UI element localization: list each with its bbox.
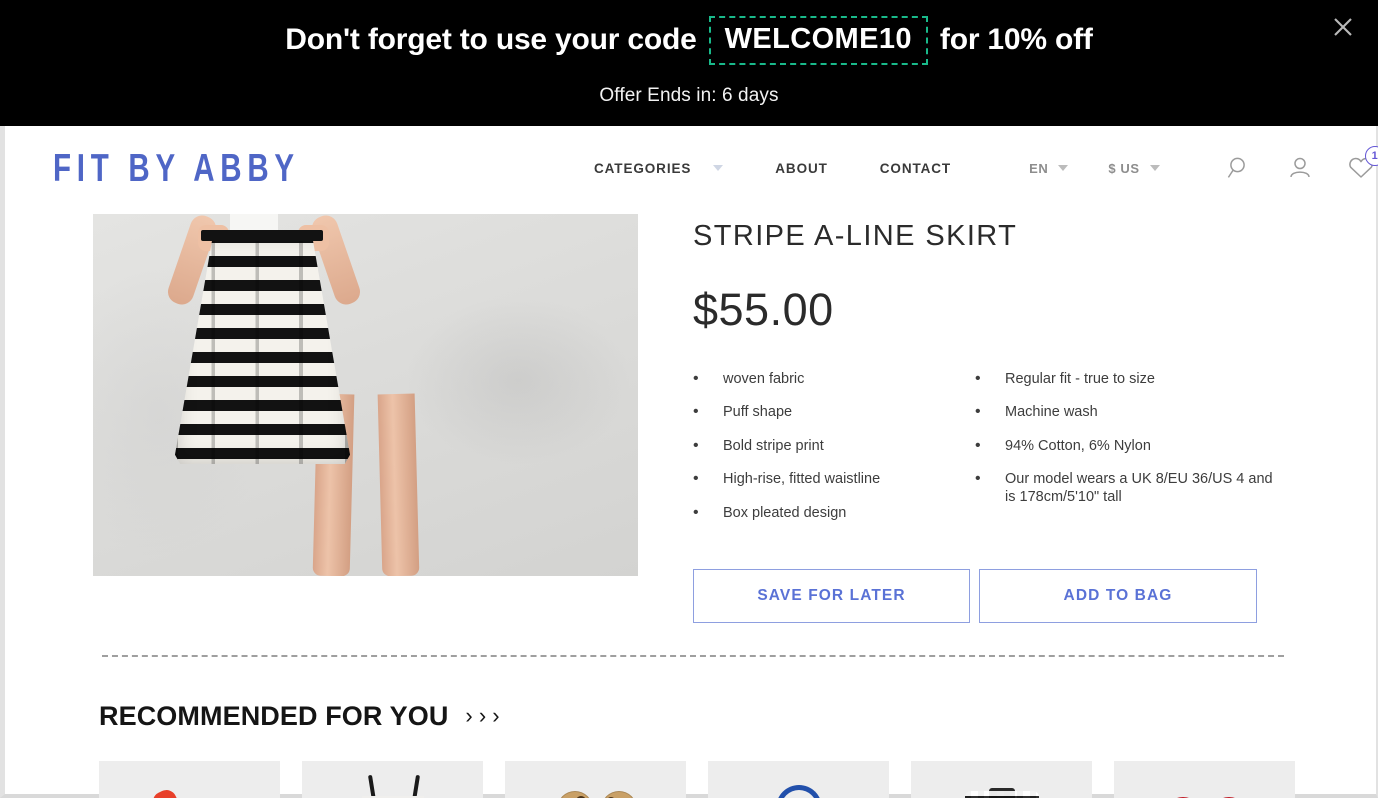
product-actions: SAVE FOR LATER ADD TO BAG (693, 568, 1376, 623)
recommended-item-shoes[interactable] (505, 760, 686, 798)
recommended-item-scarf[interactable] (99, 760, 280, 798)
promo-offer-ends: Offer Ends in: 6 days (599, 84, 779, 106)
bullet-dot-icon: • (975, 370, 981, 387)
save-for-later-button[interactable]: SAVE FOR LATER (693, 568, 970, 623)
recommended-item-plaid-shirt[interactable] (911, 760, 1092, 798)
product-thumbnail-leopard-shoes (505, 761, 686, 798)
bullet-dot-icon: • (975, 470, 981, 488)
feature-item: • High-rise, fitted waistline (693, 470, 975, 488)
recommended-carousel (5, 760, 1376, 798)
nav-item-categories[interactable]: CATEGORIES (594, 160, 724, 176)
bullet-dot-icon: • (693, 503, 699, 521)
product-thumbnail-scarf (99, 761, 280, 798)
product-thumbnail-dress (302, 761, 483, 798)
bullet-dot-icon: • (975, 436, 981, 454)
product-price: $55.00 (693, 284, 834, 335)
feature-item: • woven fabric (693, 370, 975, 388)
search-icon[interactable] (1222, 151, 1256, 185)
section-divider (102, 654, 1284, 657)
promo-text-after: for 10% off (939, 23, 1093, 56)
feature-label: woven fabric (723, 371, 805, 387)
product-features-right: • Regular fit - true to size • Machine w… (975, 370, 1275, 537)
wishlist-heart-icon[interactable]: 1 (1344, 146, 1378, 185)
header-utilities: EN $ US (1029, 161, 1160, 176)
product-title: STRIPE A-LINE SKIRT (693, 220, 1018, 252)
bullet-dot-icon: • (693, 470, 699, 488)
carousel-next-arrows-icon[interactable]: › › › (465, 705, 499, 727)
currency-label: $ US (1108, 160, 1140, 176)
feature-item: • Regular fit - true to size (975, 370, 1275, 388)
product-photo-backdrop (93, 214, 638, 576)
chevron-down-icon (1058, 165, 1069, 171)
recommended-title: RECOMMENDED FOR YOU (99, 700, 449, 731)
feature-item: • Puff shape (693, 403, 975, 421)
feature-label: Regular fit - true to size (1005, 371, 1155, 387)
page-root: Don't forget to use your code WELCOME10 … (0, 0, 1378, 798)
feature-label: Our model wears a UK 8/EU 36/US 4 and is… (1005, 471, 1273, 506)
nav-item-contact[interactable]: CONTACT (880, 161, 951, 176)
recommended-item-dress[interactable] (302, 760, 483, 798)
product-features: • woven fabric • Puff shape • Bold strip… (693, 370, 1376, 537)
feature-label: Box pleated design (723, 504, 847, 521)
product-thumbnail-handbag (708, 761, 889, 798)
recommended-item-sandals[interactable] (1114, 760, 1295, 798)
skirt-waistband (201, 230, 323, 241)
nav-label-categories: CATEGORIES (594, 160, 692, 176)
bullet-dot-icon: • (693, 436, 699, 454)
promo-text-before: Don't forget to use your code (285, 23, 697, 56)
feature-item: • Box pleated design (693, 504, 975, 522)
account-icon[interactable] (1283, 151, 1317, 185)
feature-label: Machine wash (1005, 404, 1098, 421)
recommended-header: RECOMMENDED FOR YOU › › › (5, 701, 1376, 732)
product-details: STRIPE A-LINE SKIRT $55.00 • woven fabri… (638, 214, 1376, 623)
recommended-item-handbag[interactable] (708, 760, 889, 798)
header-icon-group: 1 2 (1222, 146, 1378, 185)
site-header: FIT BY ABBY CATEGORIES ABOUT CONTACT EN … (5, 126, 1378, 210)
language-selector[interactable]: EN (1029, 160, 1069, 176)
feature-label: 94% Cotton, 6% Nylon (1005, 437, 1151, 454)
feature-item: • Our model wears a UK 8/EU 36/US 4 and … (975, 470, 1275, 506)
feature-label: High-rise, fitted waistline (723, 471, 881, 488)
feature-label: Bold stripe print (723, 437, 824, 454)
feature-item: • 94% Cotton, 6% Nylon (975, 437, 1275, 455)
bullet-dot-icon: • (693, 370, 699, 387)
promo-headline: Don't forget to use your code WELCOME10 … (285, 15, 1093, 65)
chevron-down-icon (1149, 165, 1160, 171)
product-image[interactable] (93, 214, 638, 576)
nav-label-contact: CONTACT (879, 160, 952, 176)
chevron-down-icon (713, 165, 724, 171)
nav-label-about: ABOUT (775, 160, 828, 176)
feature-item: • Machine wash (975, 403, 1275, 421)
model-leg-right (377, 393, 420, 576)
language-label: EN (1029, 160, 1049, 176)
promo-code[interactable]: WELCOME10 (708, 15, 928, 65)
site-logo[interactable]: FIT BY ABBY (53, 145, 300, 190)
promo-banner: Don't forget to use your code WELCOME10 … (0, 0, 1378, 126)
currency-selector[interactable]: $ US (1108, 160, 1160, 176)
main-navigation: CATEGORIES ABOUT CONTACT (594, 161, 951, 176)
close-icon[interactable] (1326, 10, 1360, 44)
product-thumbnail-plaid-shirt (911, 761, 1092, 798)
add-to-bag-button[interactable]: ADD TO BAG (979, 568, 1257, 623)
product-features-left: • woven fabric • Puff shape • Bold strip… (693, 370, 975, 537)
bullet-dot-icon: • (693, 403, 699, 421)
feature-label: Puff shape (723, 404, 793, 421)
bullet-dot-icon: • (975, 403, 981, 421)
feature-item: • Bold stripe print (693, 437, 975, 455)
nav-item-about[interactable]: ABOUT (775, 161, 828, 176)
product-thumbnail-red-sandals (1114, 761, 1295, 798)
product-section: STRIPE A-LINE SKIRT $55.00 • woven fabri… (5, 210, 1376, 623)
